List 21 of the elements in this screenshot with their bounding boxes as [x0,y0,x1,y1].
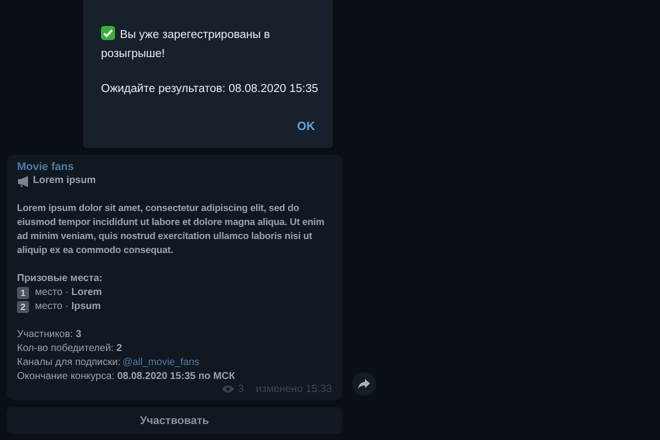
ending-line: Окончание конкурса: 08.08.2020 15:35 по МСК [17,371,235,382]
post-title: Lorem ipsum [33,174,96,188]
channels-label: Каналы для подписки: [17,356,120,370]
ok-button[interactable]: OK [297,115,315,137]
check-mark-icon [101,26,115,40]
eye-icon [222,385,234,393]
channel-name[interactable]: Movie fans [17,160,332,174]
number-key-icon: 2 [17,301,29,313]
number-key-icon: 1 [17,287,29,299]
share-button[interactable] [352,372,376,396]
dialog-message: Вы уже зарегестрированы в розыгрыше! [101,26,301,64]
prizes-heading: Призовые места: [17,272,104,286]
post-body: Lorem ipsum dolor sit amet, consectetur adipiscing elit, sed do eiusmod tempor incididunt ut labore et dolore magna aliqua. Ut enim ad minim veniam, quis nostrud exercitation ullamco laboris nisi ut aliquip ex ea commodo consequat. [17,202,326,258]
channel-link[interactable]: @all_movie_fans [122,356,200,370]
megaphone-icon [17,174,31,188]
share-arrow-icon [358,379,370,389]
prize-line: место · Lorem [35,286,102,300]
stat-line: Участников: 3 [17,329,82,340]
prize-line: место · Ipsum [35,300,101,314]
participate-button[interactable]: Участвовать [7,407,342,434]
stat-line: Кол-во победителей: 2 [17,343,122,354]
